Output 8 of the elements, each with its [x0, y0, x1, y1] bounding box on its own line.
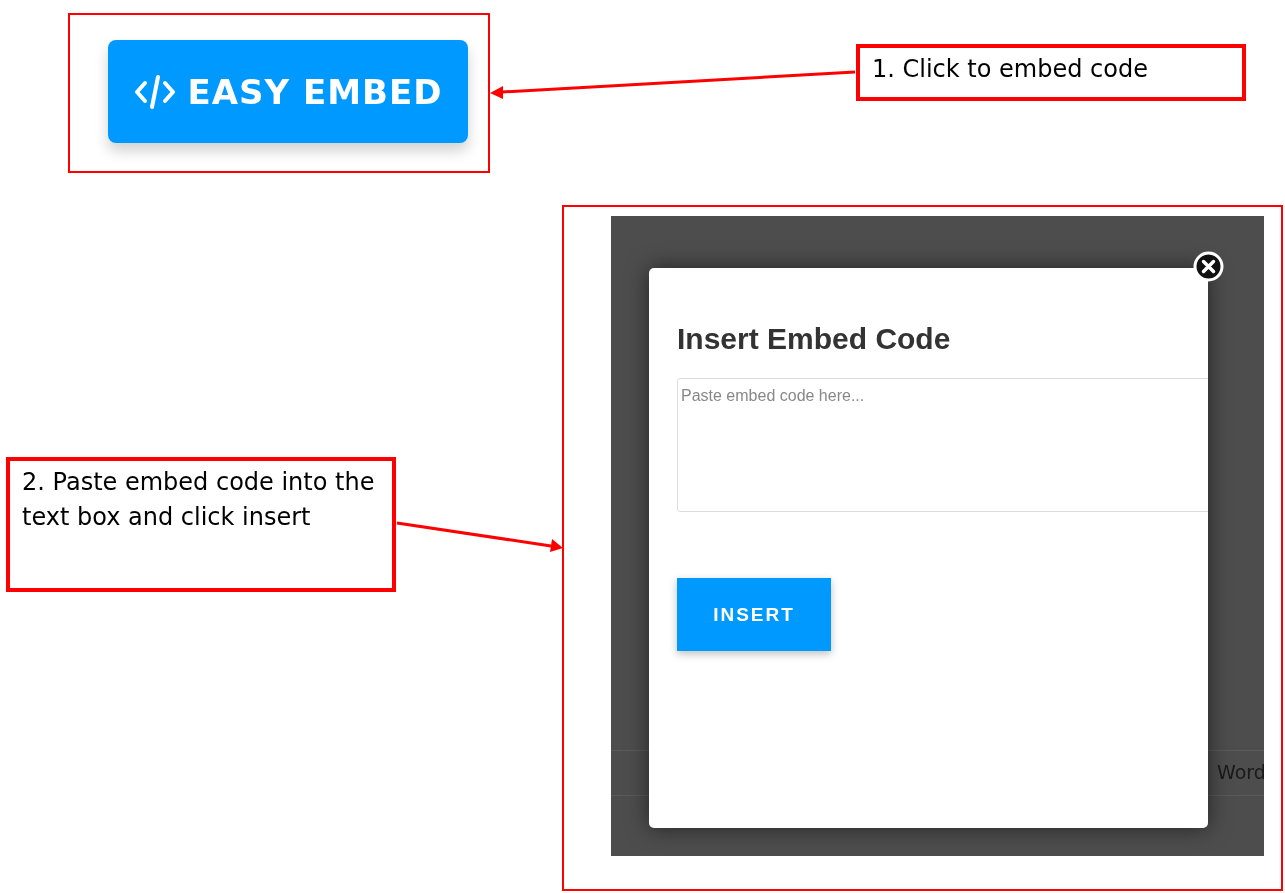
easy-embed-button[interactable]: EASY EMBED	[108, 40, 468, 143]
callout-text: 1. Click to embed code	[856, 44, 1246, 101]
embed-code-field[interactable]: Paste embed code here...	[677, 378, 1208, 512]
code-icon	[133, 73, 176, 110]
callout-text: 2. Paste embed code into the text box and click insert	[6, 457, 396, 592]
close-button[interactable]	[1193, 251, 1224, 282]
insert-button[interactable]: INSERT	[677, 578, 831, 651]
modal-title: Insert Embed Code	[677, 322, 952, 356]
